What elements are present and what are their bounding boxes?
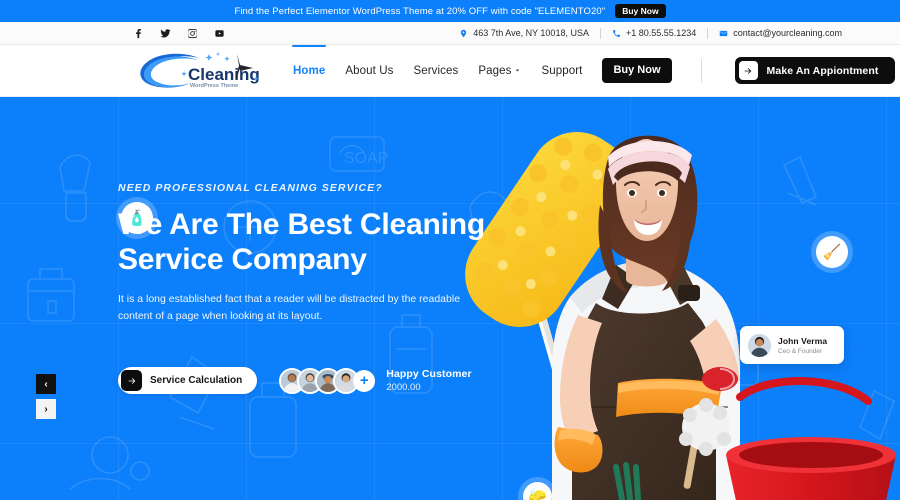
contact-info: 463 7th Ave, NY 10018, USA +1 80.55.55.1…: [459, 27, 842, 39]
founder-name: John Verma: [778, 335, 828, 346]
envelope-icon: [719, 29, 728, 38]
customer-stats: Happy Customer 2000.00: [386, 368, 471, 393]
phone-text: +1 80.55.55.1234: [625, 28, 697, 38]
hero-section: SOAP NEED PROFESSIONAL CLEANING SERVICE?…: [0, 97, 900, 500]
phone-item[interactable]: +1 80.55.55.1234: [612, 28, 696, 38]
service-calculation-label: Service Calculation: [150, 375, 243, 386]
nav-item-services-label: Services: [413, 64, 459, 77]
founder-role: Ceo & Founder: [778, 347, 823, 355]
phone-icon: [612, 29, 621, 38]
nav-item-home[interactable]: Home: [293, 65, 325, 77]
social-links: [133, 28, 225, 39]
nav-item-home-label: Home: [293, 64, 326, 77]
location-pin-icon: [459, 29, 468, 38]
email-item[interactable]: contact@yourcleaning.com: [719, 28, 842, 38]
house-cleaning-badge: 🧹: [816, 236, 848, 268]
hero-eyebrow: NEED PROFESSIONAL CLEANING SERVICE?: [118, 182, 383, 194]
avatar: [748, 333, 771, 357]
contact-divider-1: [599, 27, 601, 39]
happy-customer-count: 2000.00: [386, 382, 421, 393]
nav-item-services[interactable]: Services: [413, 65, 458, 77]
announcement-buy-now-button[interactable]: Buy Now: [615, 3, 666, 19]
facebook-icon[interactable]: [133, 28, 144, 39]
page-root: Find the Perfect Elementor WordPress The…: [0, 0, 900, 500]
slider-controls: ‹ ›: [36, 374, 56, 419]
hero-title-line-2: Service Company: [118, 243, 367, 277]
twitter-icon[interactable]: [160, 28, 171, 39]
make-appointment-button[interactable]: Make An Appiontment: [734, 57, 895, 84]
arrow-right-icon: [738, 61, 758, 80]
info-bar: 463 7th Ave, NY 10018, USA +1 80.55.55.1…: [0, 22, 900, 45]
founder-profile-text: John Verma Ceo & Founder: [778, 336, 827, 355]
arrow-right-icon: [121, 370, 142, 391]
happy-customer-title: Happy Customer: [386, 368, 472, 380]
nav-item-about-us-label: About Us: [345, 64, 394, 77]
svg-text:WordPress Theme: WordPress Theme: [190, 83, 238, 89]
happy-customers: + Happy Customer 2000.00: [279, 367, 472, 394]
hero-content: NEED PROFESSIONAL CLEANING SERVICE? We A…: [0, 97, 900, 500]
more-customers-badge[interactable]: +: [353, 369, 376, 392]
instagram-icon[interactable]: [187, 28, 198, 39]
hero-title: We Are The Best Cleaning Service Company: [118, 207, 498, 278]
slider-prev-button[interactable]: ‹: [36, 374, 56, 394]
nav-item-about-us[interactable]: About Us: [345, 65, 393, 77]
hero-title-line-1: We Are The Best Cleaning: [118, 208, 485, 241]
nav-item-pages[interactable]: Pages: [478, 65, 521, 77]
announcement-text: Find the Perfect Elementor WordPress The…: [234, 5, 606, 17]
header-buy-now-button[interactable]: Buy Now: [602, 58, 672, 83]
email-text: contact@yourcleaning.com: [733, 28, 842, 38]
announcement-bar: Find the Perfect Elementor WordPress The…: [0, 0, 900, 22]
address-item[interactable]: 463 7th Ave, NY 10018, USA: [459, 28, 589, 38]
chevron-down-icon: [514, 67, 521, 74]
main-navigation: Home About Us Services Pages Support Buy…: [293, 58, 672, 83]
cleaning-supplies-badge: 🧴: [121, 202, 153, 234]
slider-next-button[interactable]: ›: [36, 399, 56, 419]
hero-subtitle: It is a long established fact that a rea…: [118, 292, 461, 322]
site-header: Cleaning WordPress Theme Home About Us S…: [0, 45, 900, 97]
site-logo[interactable]: Cleaning WordPress Theme: [134, 50, 260, 92]
address-text: 463 7th Ave, NY 10018, USA: [473, 28, 589, 38]
youtube-icon[interactable]: [214, 28, 225, 39]
founder-profile-card[interactable]: John Verma Ceo & Founder: [740, 326, 844, 364]
customer-avatars: +: [279, 367, 376, 394]
contact-divider-2: [707, 27, 709, 39]
service-calculation-button[interactable]: Service Calculation: [118, 367, 258, 394]
nav-item-support-label: Support: [541, 64, 583, 77]
nav-item-support[interactable]: Support: [541, 65, 582, 77]
make-appointment-label: Make An Appiontment: [766, 64, 879, 77]
header-divider: [700, 58, 702, 83]
hero-copy: NEED PROFESSIONAL CLEANING SERVICE? We A…: [118, 182, 498, 325]
nav-item-pages-label: Pages: [478, 64, 512, 77]
hero-actions: Service Calculation + Happy Customer 200…: [118, 367, 472, 394]
